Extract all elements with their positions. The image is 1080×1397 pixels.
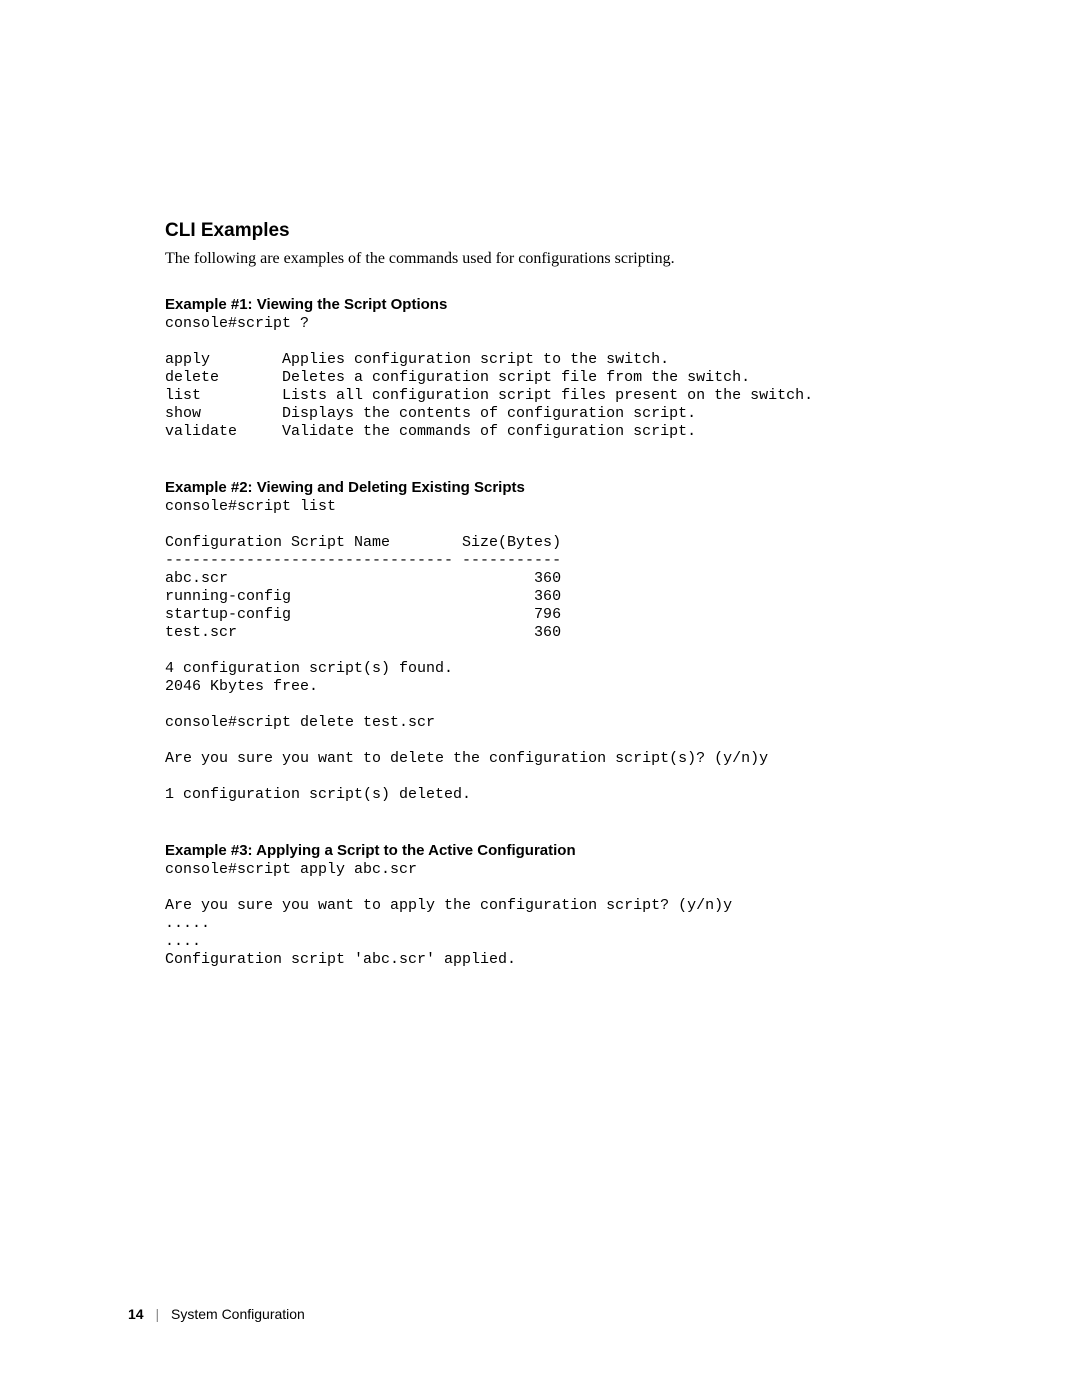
- example-3-heading: Example #3: Applying a Script to the Act…: [165, 842, 960, 859]
- section-heading: CLI Examples: [165, 220, 960, 242]
- intro-text: The following are examples of the comman…: [165, 250, 960, 268]
- page-footer: 14 | System Configuration: [128, 1306, 305, 1322]
- footer-divider: |: [155, 1306, 159, 1322]
- example-2-heading: Example #2: Viewing and Deleting Existin…: [165, 479, 960, 496]
- example-3-code: console#script apply abc.scr Are you sur…: [165, 861, 960, 969]
- page-content: CLI Examples The following are examples …: [0, 0, 1080, 969]
- chapter-name: System Configuration: [171, 1306, 305, 1322]
- example-1-heading: Example #1: Viewing the Script Options: [165, 296, 960, 313]
- page-number: 14: [128, 1306, 144, 1322]
- example-1-code: console#script ? apply Applies configura…: [165, 315, 960, 441]
- example-2-code: console#script list Configuration Script…: [165, 498, 960, 804]
